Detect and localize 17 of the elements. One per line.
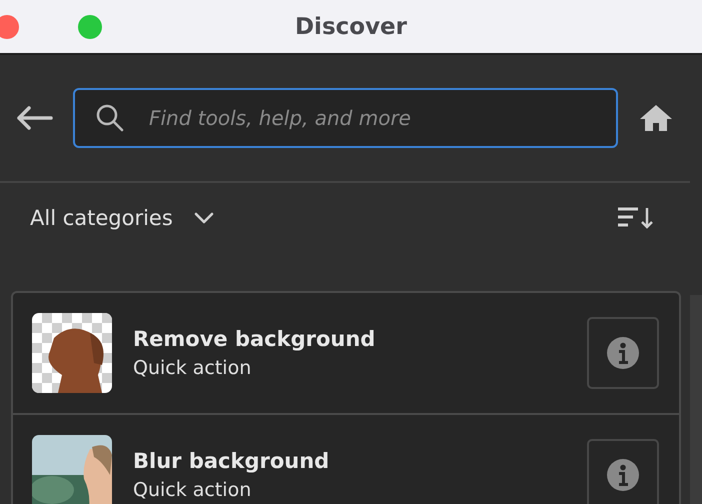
- window-title: Discover: [294, 14, 408, 40]
- home-icon[interactable]: [638, 103, 674, 133]
- close-button[interactable]: [0, 15, 19, 39]
- back-arrow-icon[interactable]: [15, 105, 53, 131]
- search-icon: [95, 103, 125, 133]
- result-type: Quick action: [133, 357, 252, 379]
- sort-icon[interactable]: [616, 206, 654, 230]
- info-icon: [606, 458, 640, 492]
- search-field[interactable]: Find tools, help, and more: [73, 88, 618, 148]
- result-title: Blur background: [133, 449, 330, 473]
- chevron-down-icon: [192, 211, 215, 225]
- result-title: Remove background: [133, 327, 376, 351]
- info-button[interactable]: [587, 439, 659, 504]
- category-dropdown[interactable]: All categories: [30, 206, 215, 230]
- info-icon: [606, 336, 640, 370]
- result-type: Quick action: [133, 479, 252, 501]
- info-button[interactable]: [587, 317, 659, 389]
